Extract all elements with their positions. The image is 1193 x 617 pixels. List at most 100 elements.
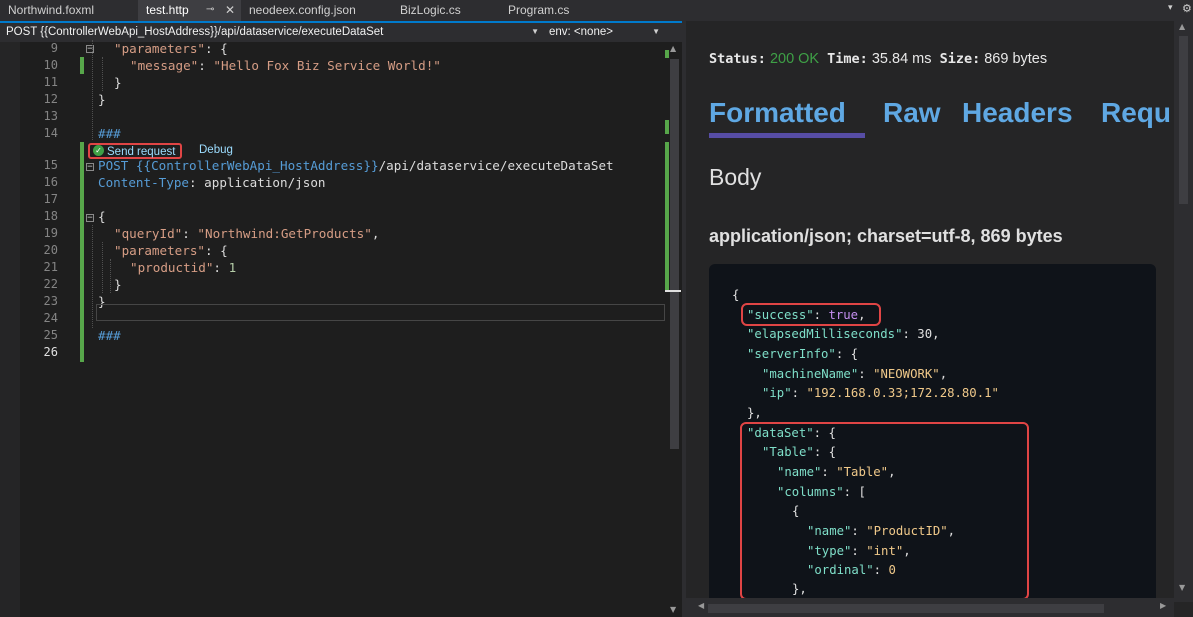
code-line-9: "parameters": { [114, 40, 228, 57]
line-number: 9 [50, 41, 58, 55]
json-line: { [732, 288, 740, 302]
tab-program-cs[interactable]: Program.cs [500, 0, 613, 21]
json-string: "192.168.0.33;172.28.80.1" [806, 386, 999, 400]
http-method: POST [98, 158, 129, 173]
code-line-11: } [114, 75, 122, 90]
json-key: "message" [130, 58, 199, 73]
change-marker [80, 142, 84, 362]
indent-guide [102, 57, 103, 91]
close-icon[interactable]: ✕ [225, 0, 235, 20]
indent-guide [92, 40, 93, 140]
line-number: 14 [43, 126, 58, 140]
code-line-20: "parameters": { [114, 242, 228, 259]
json-number: 1 [228, 260, 237, 275]
line-number: 15 [43, 158, 58, 172]
http-path: /api/dataservice/executeDataSet [378, 158, 614, 173]
header-name: Content-Type [98, 175, 189, 190]
scroll-right-icon[interactable]: ▶ [1160, 601, 1166, 610]
change-overview-marker [665, 142, 669, 292]
indent-guide [92, 225, 93, 328]
gear-icon[interactable]: ⚙ [1182, 2, 1192, 15]
response-pane: Status: 200 OK Time: 35.84 ms Size: 869 … [686, 21, 1193, 617]
json-response-body[interactable]: { "success": true, "elapsedMilliseconds"… [709, 264, 1156, 617]
response-horizontal-scrollbar[interactable]: ◀ ▶ [686, 598, 1174, 617]
check-circle-icon: ✓ [93, 145, 104, 157]
json-line-ip: "ip": "192.168.0.33;172.28.80.1" [762, 386, 999, 400]
tab-request[interactable]: Requ [1101, 97, 1171, 129]
json-punctuation: : [182, 226, 198, 241]
line-number: 13 [43, 109, 58, 123]
json-key: "elapsedMilliseconds" [747, 327, 903, 341]
line-number: 23 [43, 294, 58, 308]
json-string: "Hello Fox Biz Service World!" [213, 58, 441, 73]
scrollbar-thumb[interactable] [670, 59, 679, 449]
json-line-machinename: "machineName": "NEOWORK", [762, 367, 948, 381]
json-punctuation: : [213, 260, 229, 275]
status-value: 200 OK [769, 51, 820, 67]
tab-neodeex-config-json[interactable]: neodeex.config.json [241, 0, 392, 21]
code-line-14-separator: ### [98, 126, 121, 141]
document-tab-bar: Northwind.foxml test.http ⊸ ✕ neodeex.co… [0, 0, 1193, 21]
change-overview-marker [665, 120, 669, 134]
json-line-elapsed: "elapsedMilliseconds": 30, [747, 327, 940, 341]
line-number: 22 [43, 277, 58, 291]
editor-navigation-bar: POST {{ControllerWebApi_HostAddress}}/ap… [0, 23, 685, 42]
scrollbar-thumb[interactable] [708, 604, 1104, 613]
chevron-down-icon: ▼ [652, 27, 660, 36]
collapse-icon[interactable]: − [86, 163, 94, 172]
json-punctuation: , [371, 226, 380, 241]
code-line-16: Content-Type: application/json [98, 174, 325, 191]
code-line-21: "productid": 1 [130, 259, 236, 276]
indent-guide [102, 242, 103, 293]
request-dropdown[interactable]: POST {{ControllerWebApi_HostAddress}}/ap… [2, 24, 542, 41]
scroll-down-icon[interactable]: ▼ [670, 605, 676, 614]
environment-dropdown-value: env: <none> [549, 26, 613, 38]
size-value: 869 bytes [984, 51, 1048, 67]
request-dropdown-value: POST {{ControllerWebApi_HostAddress}}/ap… [6, 26, 384, 38]
highlight-box-success [741, 303, 881, 326]
line-number: 25 [43, 328, 58, 342]
json-key: "parameters" [114, 41, 205, 56]
line-number: 12 [43, 92, 58, 106]
json-key: "queryId" [114, 226, 183, 241]
tab-test-http[interactable]: test.http ⊸ ✕ [138, 0, 241, 21]
json-number: 30 [917, 327, 933, 341]
editor-vertical-scrollbar[interactable]: ▲ ▼ [665, 42, 682, 617]
header-value: : application/json [189, 175, 326, 190]
tab-label: neodeex.config.json [249, 3, 356, 17]
current-line-highlight [96, 304, 665, 321]
code-line-22: } [114, 277, 122, 292]
response-vertical-scrollbar[interactable]: ▲ ▼ [1174, 21, 1193, 602]
change-marker [80, 57, 84, 74]
line-number: 18 [43, 209, 58, 223]
tab-headers[interactable]: Headers [962, 97, 1073, 129]
editor-margin [0, 42, 20, 617]
tab-overflow-icon[interactable]: ▾ [1168, 3, 1173, 13]
json-punctuation: : { [205, 243, 228, 258]
tab-label: test.http [146, 3, 189, 17]
scrollbar-thumb[interactable] [1179, 36, 1188, 204]
collapse-icon[interactable]: − [86, 214, 94, 223]
line-number: 24 [43, 311, 58, 325]
code-editor[interactable]: 9 10 11 12 13 14 15 16 17 18 19 20 21 22… [0, 40, 685, 617]
debug-link[interactable]: Debug [199, 144, 233, 156]
scroll-up-icon[interactable]: ▲ [1179, 22, 1185, 31]
scroll-up-icon[interactable]: ▲ [670, 44, 676, 53]
code-line-18: { [98, 209, 106, 224]
scroll-down-icon[interactable]: ▼ [1179, 583, 1185, 592]
scroll-left-icon[interactable]: ◀ [698, 601, 704, 610]
line-number: 16 [43, 175, 58, 189]
tab-label: Northwind.foxml [8, 3, 95, 17]
time-value: 35.84 ms [871, 51, 932, 67]
change-overview-marker [665, 50, 669, 58]
pin-icon[interactable]: ⊸ [206, 0, 214, 20]
tab-formatted[interactable]: Formatted [709, 97, 846, 129]
json-key: "parameters" [114, 243, 205, 258]
tab-raw[interactable]: Raw [883, 97, 941, 129]
tab-bizlogic-cs[interactable]: BizLogic.cs [392, 0, 500, 21]
json-key: "machineName" [762, 367, 859, 381]
content-type-heading: application/json; charset=utf-8, 869 byt… [709, 226, 1063, 246]
tab-northwind-foxml[interactable]: Northwind.foxml [0, 0, 138, 21]
environment-dropdown[interactable]: env: <none> ▼ [545, 24, 663, 41]
json-key: "productid" [130, 260, 214, 275]
